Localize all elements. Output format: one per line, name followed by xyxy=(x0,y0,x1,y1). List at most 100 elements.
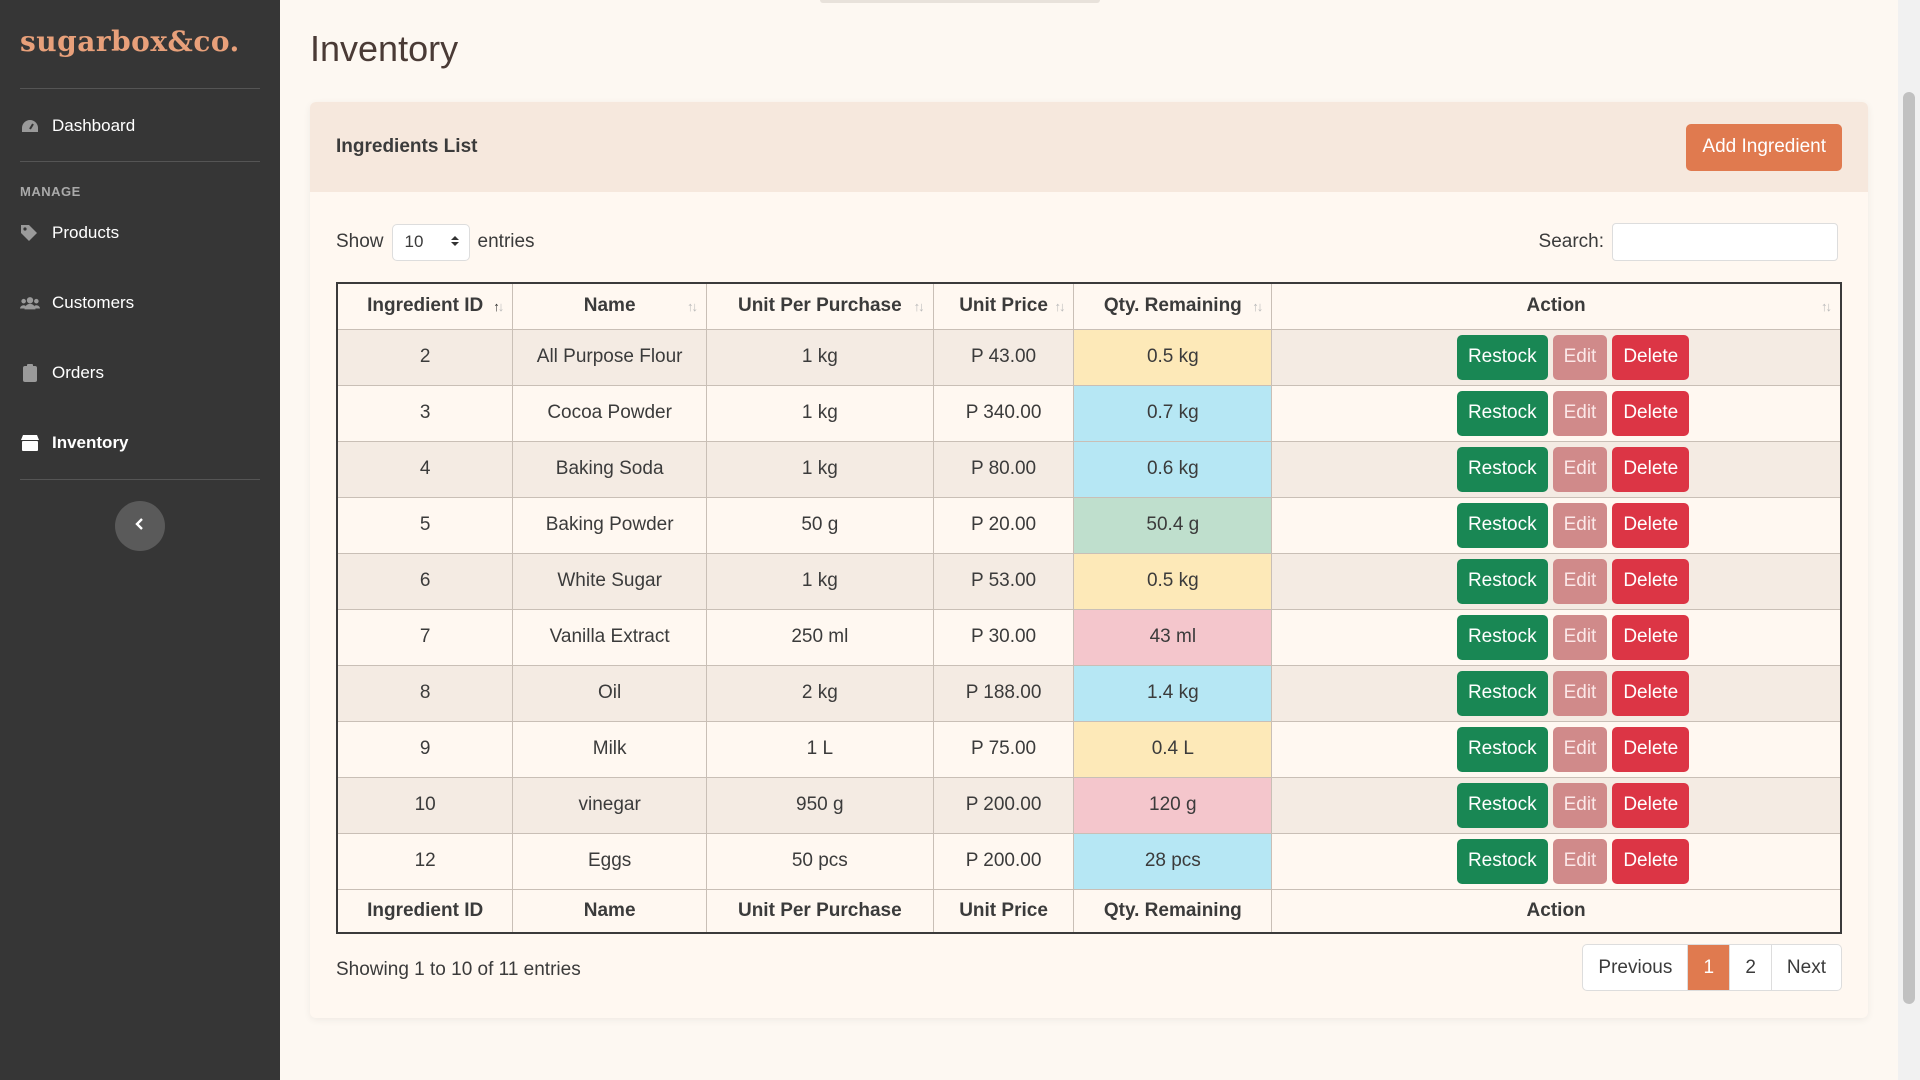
cell-qty-remaining: 1.4 kg xyxy=(1073,664,1273,722)
cell-ingredient-id: 5 xyxy=(336,496,514,554)
edit-button[interactable]: Edit xyxy=(1552,838,1608,884)
scrollbar-thumb[interactable] xyxy=(1903,92,1915,1004)
cell-actions: Restock Edit Delete xyxy=(1271,664,1842,722)
cell-unit-price: P 80.00 xyxy=(932,440,1075,498)
restock-button[interactable]: Restock xyxy=(1456,502,1548,548)
delete-button[interactable]: Delete xyxy=(1612,446,1690,492)
edit-button[interactable]: Edit xyxy=(1552,670,1608,716)
cell-unit-per-purchase: 50 pcs xyxy=(706,832,934,890)
column-header-qty-remaining[interactable]: Qty. Remaining ↑↓ xyxy=(1073,282,1273,330)
sidebar-item-products[interactable]: Products xyxy=(0,209,280,257)
sort-icon: ↑↓ xyxy=(1821,299,1832,314)
table-header-row: Ingredient ID ↑↓ Name ↑↓ Unit Per Purchase… xyxy=(336,282,1842,330)
delete-button[interactable]: Delete xyxy=(1612,782,1690,828)
edit-button[interactable]: Edit xyxy=(1552,334,1608,380)
sidebar-item-inventory[interactable]: Inventory xyxy=(0,419,280,467)
cell-unit-price: P 53.00 xyxy=(932,552,1075,610)
search-input[interactable] xyxy=(1612,223,1838,261)
entries-length: Show 10 entries xyxy=(336,223,535,261)
row-actions: Restock Edit Delete xyxy=(1306,558,1840,604)
pagination-page-2[interactable]: 2 xyxy=(1729,945,1771,990)
sidebar-item-orders[interactable]: Orders xyxy=(0,349,280,397)
restock-button[interactable]: Restock xyxy=(1456,334,1548,380)
delete-button[interactable]: Delete xyxy=(1612,726,1690,772)
edit-button[interactable]: Edit xyxy=(1552,502,1608,548)
table-row: 2 All Purpose Flour 1 kg P 43.00 0.5 kg Resto… xyxy=(336,328,1842,386)
footer-name: Name xyxy=(512,888,707,934)
column-header-name[interactable]: Name ↑↓ xyxy=(512,282,707,330)
restock-button[interactable]: Restock xyxy=(1456,838,1548,884)
table-row: 7 Vanilla Extract 250 ml P 30.00 43 ml Restoc… xyxy=(336,608,1842,666)
restock-button[interactable]: Restock xyxy=(1456,726,1548,772)
sidebar-item-customers[interactable]: Customers xyxy=(0,279,280,327)
card-header: Ingredients List Add Ingredient xyxy=(310,102,1868,192)
sidebar: sugarbox&co. Dashboard MANAGE Products C… xyxy=(0,0,280,1080)
cell-unit-per-purchase: 50 g xyxy=(706,496,934,554)
sidebar-heading: MANAGE xyxy=(20,184,81,199)
search-label: Search: xyxy=(1538,231,1604,252)
restock-button[interactable]: Restock xyxy=(1456,558,1548,604)
edit-button[interactable]: Edit xyxy=(1552,614,1608,660)
edit-button[interactable]: Edit xyxy=(1552,782,1608,828)
delete-button[interactable]: Delete xyxy=(1612,670,1690,716)
delete-button[interactable]: Delete xyxy=(1612,390,1690,436)
cell-qty-remaining: 120 g xyxy=(1073,776,1273,834)
footer-ingredient-id: Ingredient ID xyxy=(336,888,514,934)
cell-actions: Restock Edit Delete xyxy=(1271,608,1842,666)
entries-select[interactable]: 10 xyxy=(391,223,470,261)
table-info: Showing 1 to 10 of 11 entries xyxy=(336,959,581,980)
restock-button[interactable]: Restock xyxy=(1456,614,1548,660)
edit-button[interactable]: Edit xyxy=(1552,726,1608,772)
sidebar-item-dashboard[interactable]: Dashboard xyxy=(0,102,280,150)
sidebar-item-label: Dashboard xyxy=(52,116,136,135)
row-actions: Restock Edit Delete xyxy=(1306,782,1840,828)
delete-button[interactable]: Delete xyxy=(1612,614,1690,660)
edit-button[interactable]: Edit xyxy=(1552,390,1608,436)
users-icon xyxy=(20,293,40,313)
cell-name: All Purpose Flour xyxy=(512,328,707,386)
cell-ingredient-id: 3 xyxy=(336,384,514,442)
table-row: 9 Milk 1 LP 75.00 0.4 L Restock Edit Delete xyxy=(336,720,1842,778)
brand-logo[interactable]: sugarbox&co. xyxy=(20,0,260,89)
cell-qty-remaining: 28 pcs xyxy=(1073,832,1273,890)
card-title: Ingredients List xyxy=(336,136,478,157)
cell-ingredient-id: 8 xyxy=(336,664,514,722)
column-header-ingredient-id[interactable]: Ingredient ID ↑↓ xyxy=(336,282,514,330)
delete-button[interactable]: Delete xyxy=(1612,558,1690,604)
row-actions: Restock Edit Delete xyxy=(1306,838,1840,884)
column-header-unit-per-purchase[interactable]: Unit Per Purchase ↑↓ xyxy=(706,282,934,330)
ingredients-card: Ingredients List Add Ingredient Show 10 … xyxy=(310,102,1868,1018)
cell-unit-price: P 200.00 xyxy=(932,776,1075,834)
delete-button[interactable]: Delete xyxy=(1612,838,1690,884)
cell-unit-price: P 43.00 xyxy=(932,328,1075,386)
edit-button[interactable]: Edit xyxy=(1552,446,1608,492)
cell-name: Baking Soda xyxy=(512,440,707,498)
sidebar-item-label: Products xyxy=(52,223,120,242)
column-header-action[interactable]: Action ↑↓ xyxy=(1271,282,1842,330)
cell-name: Vanilla Extract xyxy=(512,608,707,666)
pagination-next[interactable]: Next xyxy=(1770,945,1841,990)
add-ingredient-button[interactable]: Add Ingredient xyxy=(1686,123,1842,171)
sidebar-item-label: Orders xyxy=(52,363,104,382)
pagination-previous[interactable]: Previous xyxy=(1583,945,1687,990)
cell-actions: Restock Edit Delete xyxy=(1271,440,1842,498)
cell-ingredient-id: 9 xyxy=(336,720,514,778)
cell-actions: Restock Edit Delete xyxy=(1271,552,1842,610)
restock-button[interactable]: Restock xyxy=(1456,446,1548,492)
cell-name: vinegar xyxy=(512,776,707,834)
page-scrollbar[interactable] xyxy=(1898,0,1920,1080)
sort-icon: ↑↓ xyxy=(913,299,925,314)
cell-qty-remaining: 0.5 kg xyxy=(1073,552,1273,610)
column-header-unit-price[interactable]: Unit Price ↑↓ xyxy=(932,282,1075,330)
restock-button[interactable]: Restock xyxy=(1456,670,1548,716)
delete-button[interactable]: Delete xyxy=(1612,502,1690,548)
sidebar-toggle-button[interactable] xyxy=(115,501,165,551)
delete-button[interactable]: Delete xyxy=(1612,334,1690,380)
brand-name[interactable]: sugarbox&co. xyxy=(20,25,240,58)
cell-ingredient-id: 6 xyxy=(336,552,514,610)
cell-unit-price: P 20.00 xyxy=(932,496,1075,554)
pagination-page-1[interactable]: 1 xyxy=(1687,945,1730,990)
edit-button[interactable]: Edit xyxy=(1552,558,1608,604)
restock-button[interactable]: Restock xyxy=(1456,782,1548,828)
restock-button[interactable]: Restock xyxy=(1456,390,1548,436)
